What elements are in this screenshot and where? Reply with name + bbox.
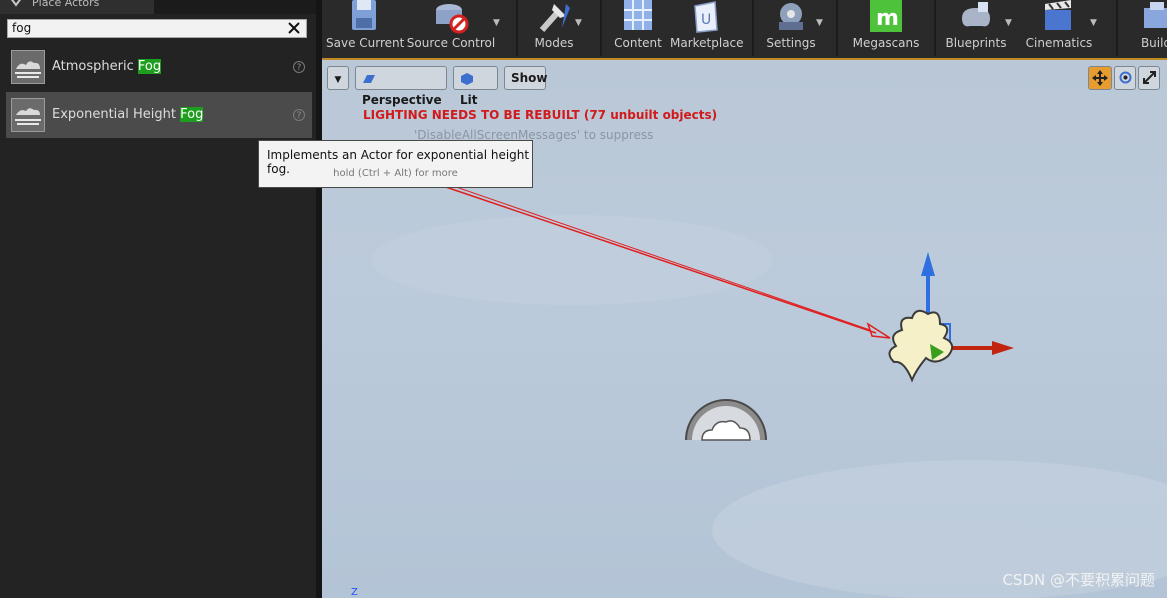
toolbar-label: Cinematics [1025, 36, 1093, 50]
save-current-button[interactable]: Save Current [326, 0, 405, 56]
perspective-label: Perspective [362, 93, 442, 107]
exponential-fog-actor-gizmo[interactable] [882, 248, 1022, 388]
lighting-warning: LIGHTING NEEDS TO BE REBUILT (77 unbuilt… [363, 108, 718, 122]
actor-label: Atmospheric Fog [52, 59, 162, 74]
toolbar-label: Save Current [326, 36, 405, 50]
chevron-down-icon[interactable]: ▼ [1090, 18, 1097, 28]
build-button[interactable]: Build [1126, 0, 1167, 56]
main-toolbar: Save Current Source Control ▼ Modes ▼ Co… [322, 0, 1167, 60]
close-icon[interactable] [287, 21, 301, 35]
toolbar-separator [600, 0, 602, 56]
tab-label: Place Actors [32, 0, 100, 9]
chevron-down-icon[interactable]: ▼ [575, 18, 582, 28]
lit-button[interactable]: Lit [453, 66, 498, 107]
scale-icon [1143, 71, 1156, 84]
blueprints-button[interactable]: Blueprints [940, 0, 1012, 56]
toolbar-separator [1116, 0, 1118, 56]
show-button[interactable]: Show [504, 66, 548, 90]
settings-button[interactable]: Settings [758, 0, 824, 56]
svg-text:m: m [876, 6, 899, 31]
rotate-icon [1119, 71, 1132, 84]
toolbar-label: Modes [534, 36, 574, 50]
marketplace-icon: U [694, 1, 718, 33]
fog-actor-icon [11, 50, 45, 84]
place-actors-tab[interactable]: Place Actors [0, 0, 154, 14]
cinematics-icon [1045, 0, 1071, 30]
chevron-down-icon[interactable]: ▼ [816, 18, 823, 28]
move-icon [1092, 70, 1108, 86]
toolbar-label: Build [1140, 36, 1167, 50]
toolbar-label: Marketplace [670, 36, 744, 50]
toolbar-separator [934, 0, 936, 56]
place-actors-panel: Place Actors fog Atmospheric Fog ? Expon… [0, 0, 316, 598]
toolbar-label: Content [614, 36, 662, 50]
svg-text:U: U [701, 12, 711, 28]
save-icon [352, 0, 376, 30]
toolbar-label: Megascans [852, 36, 920, 50]
perspective-button[interactable]: Perspective [355, 66, 447, 107]
marketplace-button[interactable]: U Marketplace [670, 0, 744, 56]
toolbar-label: Blueprints [945, 36, 1007, 50]
axis-z-label: Z [351, 587, 358, 598]
label-prefix: Atmospheric [52, 59, 138, 74]
lit-cube-icon [461, 72, 473, 85]
content-icon [624, 0, 652, 30]
toolbar-separator [836, 0, 838, 56]
megascans-icon: m [870, 0, 902, 32]
help-icon[interactable]: ? [293, 109, 305, 121]
search-highlight: Fog [180, 107, 204, 122]
megascans-button[interactable]: m Megascans [844, 0, 928, 56]
help-icon[interactable]: ? [293, 61, 305, 73]
blueprints-icon [962, 2, 990, 27]
cinematics-button[interactable]: Cinematics [1022, 0, 1096, 56]
modes-button[interactable]: Modes [522, 0, 586, 56]
source-control-icon [436, 4, 469, 34]
tooltip-hint: hold (Ctrl + Alt) for more [333, 168, 458, 179]
label-prefix: Exponential Height [52, 107, 181, 122]
chevron-down-icon[interactable]: ▼ [493, 18, 500, 28]
rotate-mode-button[interactable] [1114, 66, 1136, 90]
search-input[interactable]: fog [7, 19, 307, 38]
axis-indicator: Z [351, 587, 358, 598]
content-button[interactable]: Content [606, 0, 670, 56]
list-item-atmospheric-fog[interactable]: Atmospheric Fog ? [6, 44, 312, 90]
viewport-options-button[interactable]: ▼ [327, 66, 349, 90]
modes-icon [539, 4, 570, 32]
toolbar-separator [752, 0, 754, 56]
source-control-button[interactable]: Source Control [406, 0, 496, 56]
watermark: CSDN @不要积累问题 [1002, 571, 1155, 589]
actor-tooltip: Implements an Actor for exponential heig… [258, 140, 533, 188]
fog-actor-icon [11, 98, 45, 132]
list-item-exponential-height-fog[interactable]: Exponential Height Fog ? [6, 92, 312, 138]
toolbar-separator [516, 0, 518, 56]
actor-label: Exponential Height Fog [52, 107, 204, 122]
chevron-down-icon: ▼ [334, 75, 342, 85]
lit-label: Lit [460, 93, 478, 107]
place-actors-icon [11, 0, 21, 7]
build-icon [1144, 2, 1167, 28]
toolbar-label: Source Control [406, 36, 496, 50]
search-value[interactable]: fog [12, 21, 31, 35]
toolbar-label: Settings [766, 36, 816, 50]
scale-mode-button[interactable] [1138, 66, 1160, 90]
show-label: Show [511, 71, 548, 85]
settings-icon [779, 3, 803, 30]
tab-strip [154, 0, 316, 14]
search-highlight: Fog [137, 59, 162, 74]
perspective-icon [363, 74, 375, 83]
chevron-down-icon[interactable]: ▼ [1005, 18, 1012, 28]
sky-dome-actor-icon[interactable] [684, 396, 768, 442]
translate-mode-button[interactable] [1088, 66, 1112, 90]
